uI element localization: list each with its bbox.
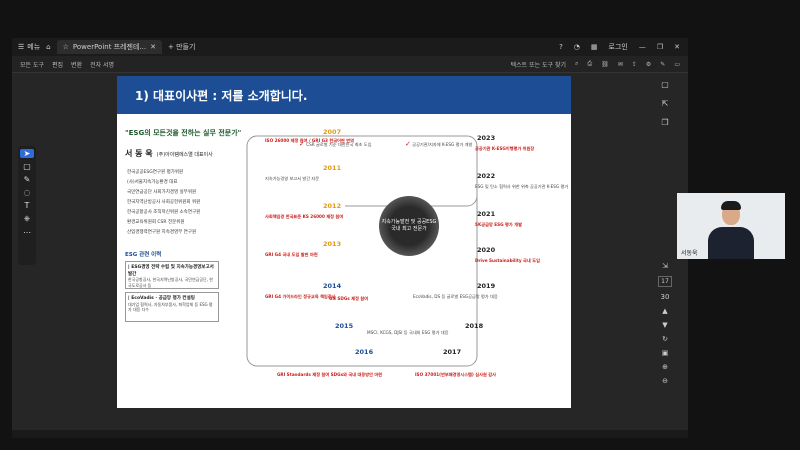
settings-icon[interactable]: ⚙ [646,61,651,68]
bottom-bar [12,430,688,438]
event-2022: ESG 및 탄소 협력사 위한 위축 공공기관 K-ESG 평가 [475,184,569,189]
year-2021: 2021 [477,210,496,218]
year-2016: 2016 [355,348,374,356]
event-2011: 지속가능경영 보고서 발간 자문 [265,176,320,181]
login-button[interactable]: 로그인 [609,42,628,52]
year-2023: 2023 [477,134,496,142]
year-2020: 2020 [477,246,496,254]
menu-button[interactable]: ☰ 메뉴 [18,42,40,52]
menu-convert[interactable]: 변환 [71,60,82,69]
print-icon[interactable]: ⎙ [587,60,592,68]
year-2017: 2017 [443,348,462,356]
event-2014: GRI G4 가이드라인 정규교육 책임강사 [265,294,336,299]
event-2016: GRI Standards 제정 참여 SDGs와 국내 대응방안 마련 [277,372,383,377]
year-2019: 2019 [477,282,496,290]
page-down-icon[interactable]: ▼ [662,321,667,329]
star-icon[interactable]: ☆ [63,43,69,51]
comment-icon[interactable]: ▭ [674,61,680,68]
zoom-in-icon[interactable]: ⊕ [662,363,668,371]
more-tools-icon[interactable]: ⋯ [23,228,31,237]
year-2007: 2007 [323,128,342,136]
year-2015: 2015 [335,322,354,330]
maximize-icon[interactable]: ❐ [657,43,663,51]
total-pages: 30 [660,293,670,301]
apps-icon[interactable]: ▦ [591,43,598,51]
zoom-out-icon[interactable]: ⊖ [662,377,668,385]
presenter-body [708,227,754,259]
event-2017: ISO 37001(반부패경영시스템) 심사원 감사 [415,372,496,377]
pen-tool-icon[interactable]: ✎ [24,175,31,184]
timeline-path [246,135,478,367]
home-icon[interactable]: ⌂ [46,43,50,51]
save-icon[interactable]: ▣ [662,349,669,357]
mail-icon[interactable]: ✉ [618,61,623,68]
event-2007: ISO 26000 제정 참여 / GRI G3 한국어판 번역 [265,138,354,143]
pages-panel-icon[interactable]: ❐ [661,118,668,127]
event-2021: SK공급망 ESG 평가 개발 [475,222,522,227]
event-2015: UN SDGs 제정 참여 [329,296,369,301]
year-2022: 2022 [477,172,496,180]
tab-bar: ☰ 메뉴 ⌂ ☆ PowerPoint 프레젠테... ✕ + 만들기 ? ◔ ▦ 로… [12,38,688,56]
search-icon[interactable]: ⌕ [575,60,578,68]
right-sidebar: ▢ ⇱ ❐ [655,80,675,127]
menu-toolbar: 모든 도구 편집 변환 전자 서명 텍스트 또는 도구 찾기 ⌕ ⎙ ⛓ ✉ ⇪… [12,56,688,73]
comments-panel-icon[interactable]: ▢ [661,80,669,89]
event-2018: MSCI, KCGS, DJSI 등 국내외 ESG 평가 대응 [367,330,449,335]
event-2012: 사회책임경 한국표준 KS 26000 제정 참여 [265,214,344,219]
share-panel-icon[interactable]: ⇱ [662,99,669,108]
menu-icon: ☰ [18,43,25,51]
menu-edit[interactable]: 편집 [52,60,63,69]
help-icon[interactable]: ? [559,43,563,51]
stamp-tool-icon[interactable]: ⎈ [24,214,30,224]
year-2012: 2012 [323,202,342,210]
webcam-name-label: 서동욱 [681,250,698,257]
page-up-icon[interactable]: ▲ [662,307,667,315]
event-2013: GRI G4 국내 도입 발판 마련 [265,252,318,257]
close-window-icon[interactable]: ✕ [674,43,680,51]
slide-canvas: 1) 대표이사편 : 저를 소개합니다. "ESG의 모든것을 전하는 실무 전… [117,76,571,408]
year-2018: 2018 [465,322,484,330]
event-2019: EcoVadis, DS 등 글로벌 ESG공급망 평가 대응 [413,294,498,299]
page-navigation: ⇲ 17 30 ▲ ▼ ↻ ▣ ⊕ ⊖ [655,262,675,385]
collapse-icon[interactable]: ⇲ [662,262,668,270]
center-badge: 지속가능발전 및 공공ESG 국내 최고 전문가 [379,196,439,256]
new-tab-button[interactable]: + 만들기 [168,42,195,52]
webcam-view: 서동욱 [677,193,785,259]
bell-icon[interactable]: ◔ [574,43,580,51]
sign-icon[interactable]: ✎ [660,61,665,68]
year-2014: 2014 [323,282,342,290]
document-tab[interactable]: ☆ PowerPoint 프레젠테... ✕ [56,40,162,54]
link-icon[interactable]: ⛓ [601,61,609,68]
current-page-field[interactable]: 17 [658,276,672,287]
year-2011: 2011 [323,164,342,172]
menu-esign[interactable]: 전자 서명 [90,60,114,69]
left-toolbar: ➤ ▢ ✎ ◌ T ⎈ ⋯ [18,146,36,265]
kesg-event: ✓ 공공기관/지자체 K-ESG 평가 개발 [405,140,473,148]
event-2020: Drive Sustainability 국내 도입 [475,258,540,263]
comment-tool-icon[interactable]: ▢ [23,162,31,171]
select-cursor-icon[interactable]: ➤ [20,149,34,158]
refresh-icon[interactable]: ↻ [662,335,668,343]
search-tools-field[interactable]: 텍스트 또는 도구 찾기 [511,60,566,69]
event-2023: 공공기관 K-ESG이행평가 위원장 [475,146,535,151]
year-2013: 2013 [323,240,342,248]
lasso-tool-icon[interactable]: ◌ [24,188,31,197]
text-tool-icon[interactable]: T [25,201,30,210]
menu-all-tools[interactable]: 모든 도구 [20,60,44,69]
presenter-hair [721,201,741,210]
minimize-icon[interactable]: — [639,43,646,51]
share-icon[interactable]: ⇪ [632,61,637,68]
close-tab-icon[interactable]: ✕ [150,43,156,51]
